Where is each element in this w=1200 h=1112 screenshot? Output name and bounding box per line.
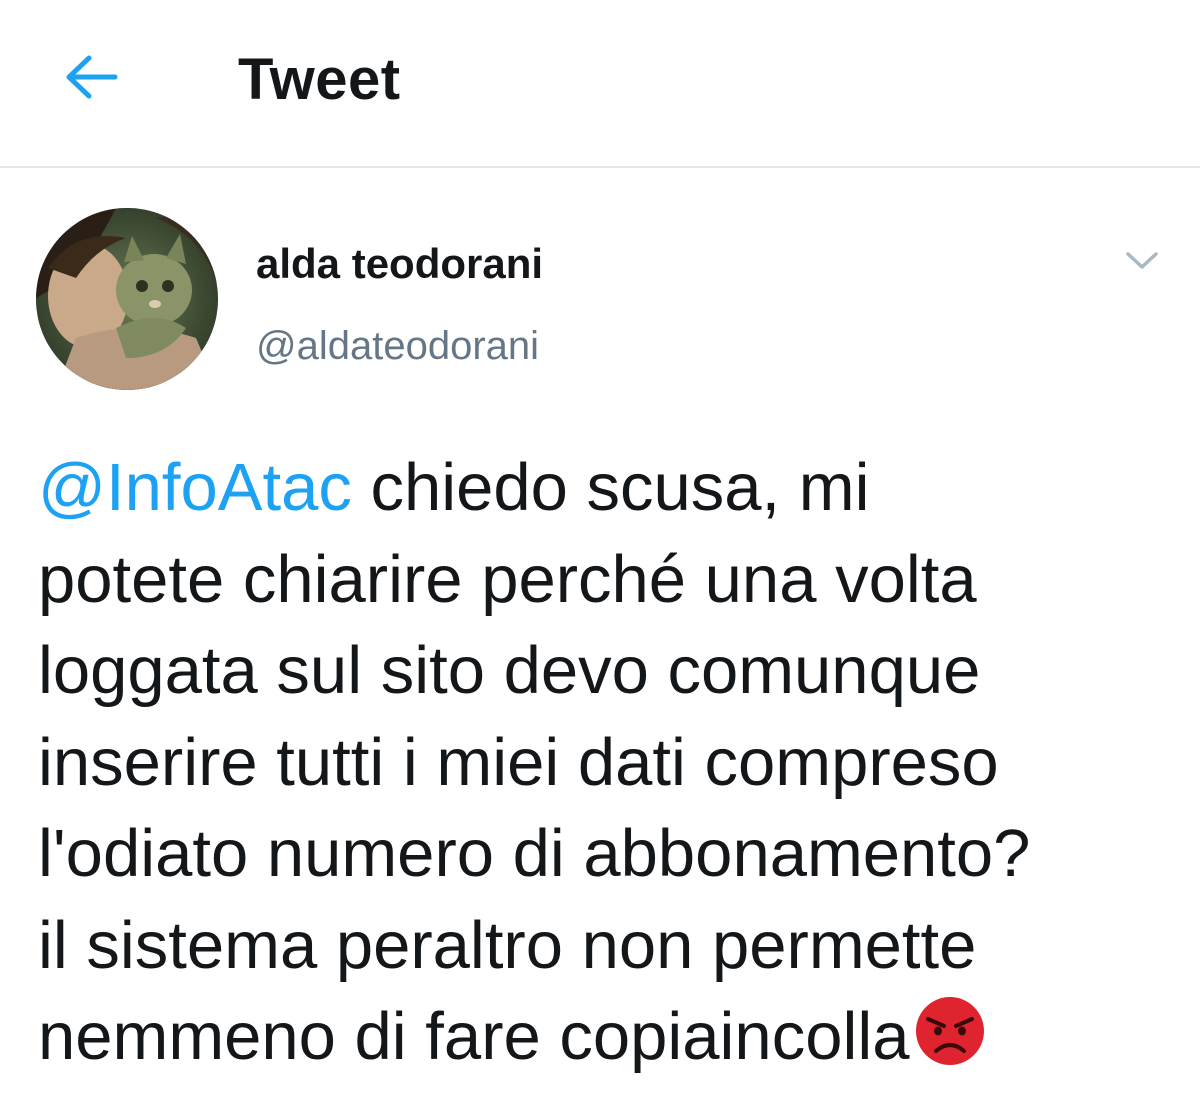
mention-link[interactable]: @InfoAtac [38, 450, 352, 525]
angry-face-emoji [915, 997, 984, 1065]
tweet-line-3: loggata sul sito devo comunque [38, 633, 981, 708]
tweet-line-7: nemmeno di fare copiaincolla [38, 999, 910, 1074]
tweet-line-2: potete chiarire perché una volta [38, 541, 977, 617]
back-button[interactable] [55, 45, 127, 109]
author-avatar[interactable] [36, 208, 218, 390]
tweet-line-1: chiedo scusa, mi [351, 450, 870, 525]
tweet-line-6: il sistema peraltro non permette [38, 907, 977, 983]
author-display-name[interactable]: alda teodorani [256, 240, 543, 288]
author-handle[interactable]: @aldateodorani [256, 322, 539, 370]
tweet-body: @InfoAtac chiedo scusa, mi potete chiari… [38, 442, 1178, 1083]
tweet-line-5: l'odiato numero di abbonamento? [38, 816, 1031, 891]
arrow-left-icon [66, 55, 118, 99]
chevron-down-icon [1126, 252, 1158, 269]
tweet-line-4: inserire tutti i miei dati compreso [38, 724, 999, 800]
user-avatar-photo [36, 208, 218, 390]
top-bar: Tweet [0, 0, 1200, 168]
page-title: Tweet [238, 47, 401, 112]
tweet-screen: Tweet alda teodorani @aldateodorani @Inf… [0, 0, 1200, 1112]
tweet-menu-button[interactable] [1118, 238, 1166, 282]
